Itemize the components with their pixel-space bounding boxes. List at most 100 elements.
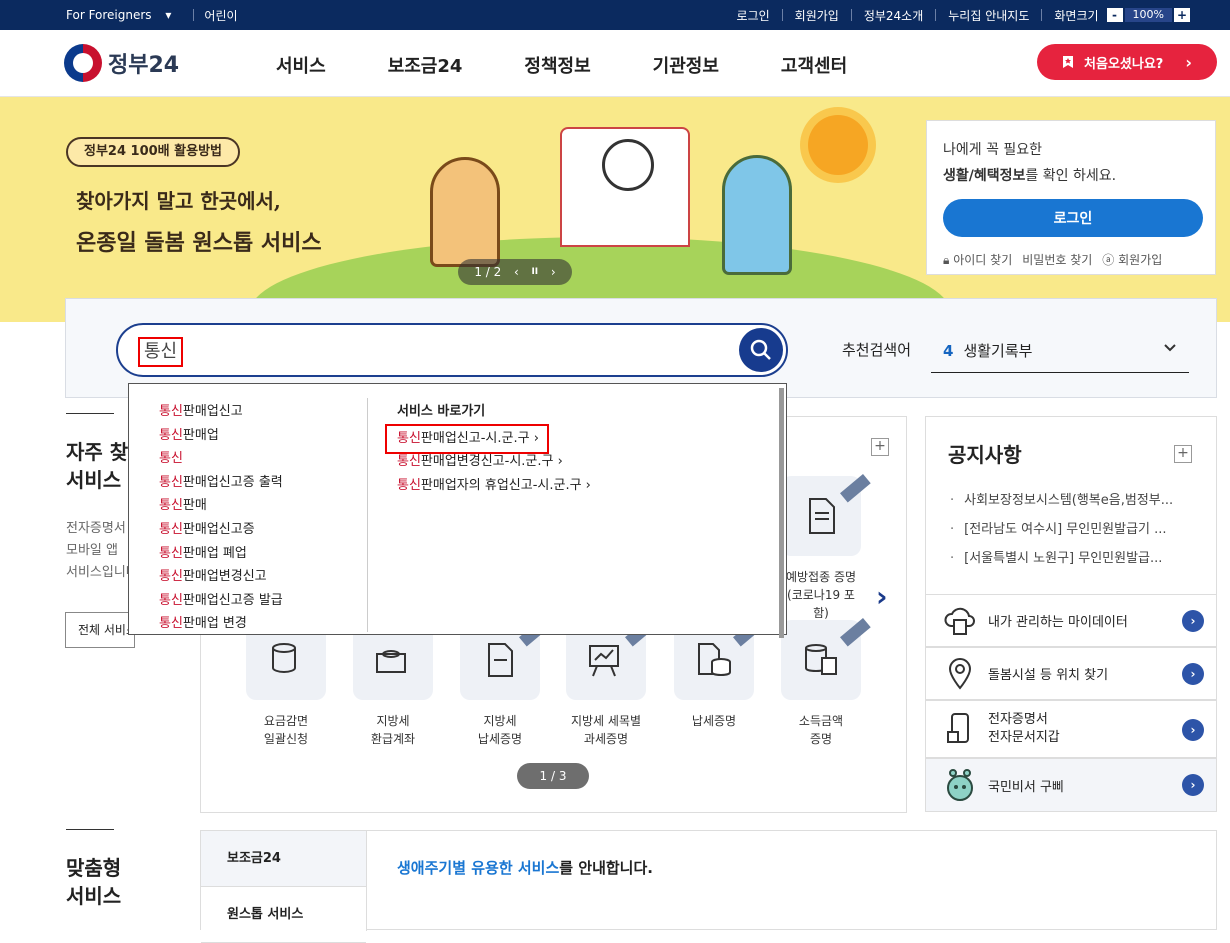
site-logo[interactable]: 정부24 (64, 44, 179, 82)
service-tile[interactable]: 지방세 환급계좌 (353, 620, 433, 748)
location-pin-icon (942, 656, 978, 692)
custom-message: 생애주기별 유용한 서비스를 안내합니다. (397, 859, 653, 877)
divider (193, 9, 195, 21)
service-tile[interactable]: 요금감면 일괄신청 (246, 620, 326, 748)
nav-service[interactable]: 서비스 (276, 52, 326, 78)
custom-title-2: 서비스 (66, 884, 122, 908)
school-illustration (560, 127, 690, 247)
logo-text: 정부24 (108, 53, 180, 78)
zoom-label: 화면크기 (1054, 8, 1099, 23)
banner-pager: 1 / 2 ‹ II › (458, 259, 572, 285)
quick-link-care-location[interactable]: 돌봄시설 등 위치 찾기 › (925, 647, 1217, 700)
login-link[interactable]: 로그인 (737, 7, 770, 24)
service-tile[interactable]: 지방세 세목별 과세증명 (566, 618, 656, 748)
suggestion-item[interactable]: 통신판매업신고증 출력 (159, 471, 283, 495)
find-id-link[interactable]: 🔒︎ 아이디 찾기 (943, 251, 1012, 268)
nav-customer-center[interactable]: 고객센터 (781, 52, 847, 78)
banner-pause-button[interactable]: II (531, 267, 538, 277)
zoom-out-button[interactable]: - (1106, 8, 1123, 22)
more-services-button[interactable]: + (871, 438, 889, 456)
suggestion-item[interactable]: 통신판매업신고 (159, 400, 283, 424)
divider (367, 398, 368, 632)
user-icon: ⓐ (1102, 253, 1115, 267)
chevron-right-icon: › (1182, 774, 1204, 796)
more-notice-button[interactable]: + (1174, 445, 1192, 463)
notice-title: 공지사항 (948, 443, 1022, 467)
banner-line-2: 온종일 돌봄 원스톱 서비스 (76, 230, 322, 256)
first-visit-button[interactable]: 처음오셨나요? › (1037, 44, 1217, 80)
nav-agency-info[interactable]: 기관정보 (653, 52, 719, 78)
sun-illustration (808, 115, 868, 175)
login-links: 🔒︎ 아이디 찾기 비밀번호 찾기 ⓐ 회원가입 (943, 251, 1199, 268)
service-tile[interactable]: 지방세 납세증명 (460, 618, 550, 748)
service-tile[interactable]: 예방접종 증명 (코로나19 포함) (781, 474, 871, 622)
recommend-keyword-select[interactable]: 4 생활기록부 (931, 329, 1189, 373)
notice-item[interactable]: [전라남도 여수시] 무인민원발급기 ... (950, 518, 1173, 547)
join-member-link[interactable]: ⓐ 회원가입 (1102, 251, 1162, 268)
service-tile[interactable]: 소득금액 증명 (781, 618, 871, 748)
join-link[interactable]: 회원가입 (795, 7, 839, 24)
divider (66, 829, 114, 830)
search-input[interactable]: 통신 (116, 323, 788, 377)
cloud-data-icon (942, 603, 978, 639)
divider (1041, 9, 1043, 21)
about-link[interactable]: 정부24소개 (864, 7, 923, 24)
notice-item[interactable]: 사회보장정보시스템(행복e음,범정부... (950, 489, 1173, 518)
shortcut-item[interactable]: 통신판매업자의 휴업신고-시.군.구 › (397, 474, 591, 498)
quick-link-gubbi[interactable]: 국민비서 구삐 › (925, 758, 1217, 812)
search-query-text[interactable]: 통신 (138, 337, 184, 367)
utility-bar: For Foreigners ▾ 어린이 로그인 회원가입 정부24소개 누리집… (0, 0, 1230, 30)
recommend-label: 추천검색어 (842, 341, 912, 359)
sitemap-link[interactable]: 누리집 안내지도 (948, 7, 1029, 24)
services-next-button[interactable]: › (876, 580, 888, 613)
suggestion-item[interactable]: 통신판매업변경신고 (159, 565, 283, 589)
service-tile[interactable]: 납세증명 (674, 618, 764, 730)
search-button[interactable] (739, 328, 783, 372)
recommend-rank: 4 (943, 341, 954, 360)
tab-onestop[interactable]: 원스톱 서비스 (201, 887, 366, 943)
services-pager: 1 / 3 (517, 763, 589, 789)
zoom-in-button[interactable]: + (1174, 8, 1190, 22)
frequent-description: 전자증명서 모바일 앱 서비스입니다 (66, 521, 130, 580)
shortcut-item[interactable]: 통신판매업변경신고-시.군.구 › (397, 450, 591, 474)
first-visit-label: 처음오셨나요? (1084, 56, 1164, 72)
login-box-line-2: 생활/혜택정보를 확인 하세요. (943, 168, 1117, 184)
quick-link-e-certificate[interactable]: 전자증명서 전자문서지갑 › (925, 700, 1217, 758)
nav-subsidy24[interactable]: 보조금24 (388, 52, 463, 78)
main-nav: 서비스 보조금24 정책정보 기관정보 고객센터 (276, 52, 847, 78)
notice-item[interactable]: [서울특별시 노원구] 무인민원발급... (950, 547, 1173, 576)
tab-subsidy24[interactable]: 보조금24 (201, 831, 366, 887)
quick-link-mydata[interactable]: 내가 관리하는 마이데이터 › (925, 594, 1217, 647)
find-password-link[interactable]: 비밀번호 찾기 (1022, 251, 1092, 268)
custom-section-label: 맞춤형 서비스 (66, 829, 121, 910)
suggestion-list: 통신판매업신고 통신판매업 통신 통신판매업신고증 출력 통신판매 통신판매업신… (159, 400, 283, 636)
banner-prev-button[interactable]: ‹ (514, 265, 519, 279)
suggestion-item[interactable]: 통신판매업 폐업 (159, 542, 283, 566)
chevron-right-icon: › (1185, 52, 1192, 72)
for-foreigners-menu[interactable]: For Foreigners ▾ (66, 8, 171, 22)
banner-next-button[interactable]: › (551, 265, 556, 279)
suggestion-item[interactable]: 통신판매업 (159, 424, 283, 448)
all-services-button[interactable]: 전체 서비스 (65, 612, 135, 648)
suggestion-item[interactable]: 통신판매 (159, 494, 283, 518)
nav-policy-info[interactable]: 정책정보 (524, 52, 590, 78)
login-button[interactable]: 로그인 (943, 199, 1203, 237)
certificate-icon (781, 474, 871, 556)
dropdown-scrollbar[interactable] (779, 388, 784, 638)
kids-link[interactable]: 어린이 (204, 7, 237, 24)
suggestion-item[interactable]: 통신판매업신고증 (159, 518, 283, 542)
banner-page-indicator: 1 / 2 (474, 265, 502, 279)
bookmark-icon (1063, 56, 1074, 68)
autocomplete-dropdown: 통신판매업신고 통신판매업 통신 통신판매업신고증 출력 통신판매 통신판매업신… (128, 383, 787, 638)
shortcut-item[interactable]: 통신판매업신고-시.군.구 › (385, 424, 591, 454)
chevron-right-icon: › (1182, 719, 1204, 741)
suggestion-item[interactable]: 통신 (159, 447, 283, 471)
income-database-icon (781, 618, 871, 700)
service-shortcuts: 서비스 바로가기 통신판매업신고-시.군.구 › 통신판매업변경신고-시.군.구… (385, 400, 591, 498)
custom-title-1: 맞춤형 (66, 856, 122, 880)
suggestion-item[interactable]: 통신판매업신고증 발급 (159, 589, 283, 613)
suggestion-item[interactable]: 통신판매업 변경 (159, 612, 283, 636)
divider (850, 9, 852, 21)
zoom-value: 100% (1124, 8, 1172, 22)
gubbi-mascot-icon (942, 767, 978, 803)
